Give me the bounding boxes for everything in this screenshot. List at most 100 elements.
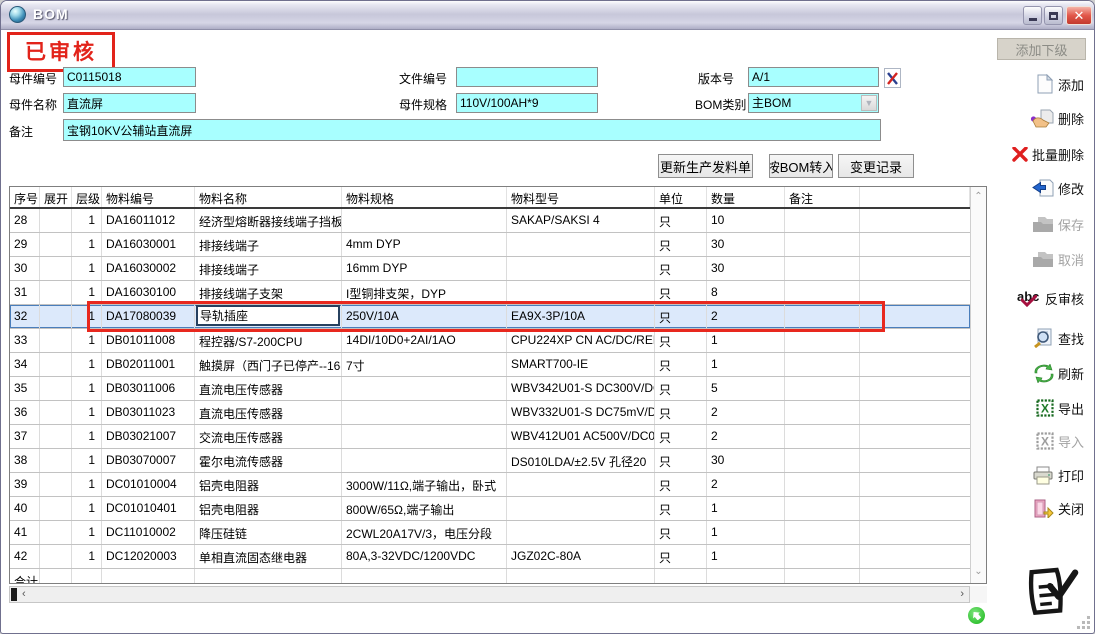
table-row[interactable]: 381DB03070007霍尔电流传感器DS010LDA/±2.5V 孔径20只…	[10, 449, 970, 473]
table-cell[interactable]: WBV342U01-S DC300V/DC	[507, 377, 655, 400]
table-cell[interactable]: 37	[10, 425, 40, 448]
table-cell[interactable]: 41	[10, 521, 40, 544]
table-cell[interactable]: DB03011023	[102, 401, 195, 424]
table-cell[interactable]: 只	[655, 545, 707, 568]
table-cell[interactable]: 只	[655, 281, 707, 304]
table-row[interactable]: 291DA16030001排接线端子4mm DYP只30	[10, 233, 970, 257]
bom-transfer-button[interactable]: 按BOM转入	[769, 154, 833, 178]
table-cell[interactable]	[860, 305, 970, 328]
table-cell[interactable]	[707, 569, 785, 584]
table-cell[interactable]: 只	[655, 353, 707, 376]
table-cell[interactable]	[342, 449, 507, 472]
table-cell[interactable]	[40, 449, 72, 472]
table-cell[interactable]	[860, 401, 970, 424]
table-cell[interactable]: DA16030001	[102, 233, 195, 256]
table-row[interactable]: 361DB03011023直流电压传感器WBV332U01-S DC75mV/D…	[10, 401, 970, 425]
table-cell[interactable]: 7寸	[342, 353, 507, 376]
table-cell[interactable]: 8	[707, 281, 785, 304]
column-header[interactable]: 单位	[655, 187, 707, 207]
table-cell[interactable]: DA16030002	[102, 257, 195, 280]
column-header[interactable]: 物料名称	[195, 187, 342, 207]
table-cell[interactable]	[860, 569, 970, 584]
table-cell[interactable]: DC01010401	[102, 497, 195, 520]
column-header[interactable]: 备注	[785, 187, 860, 207]
table-cell[interactable]: 35	[10, 377, 40, 400]
table-cell[interactable]	[860, 449, 970, 472]
table-cell[interactable]	[40, 281, 72, 304]
table-cell[interactable]	[860, 377, 970, 400]
table-cell[interactable]: 1	[72, 449, 102, 472]
table-cell[interactable]: 5	[707, 377, 785, 400]
table-cell[interactable]: DB01011008	[102, 329, 195, 352]
table-cell[interactable]	[40, 353, 72, 376]
sidebar-item-export[interactable]: X 导出	[1036, 395, 1084, 421]
table-cell[interactable]	[785, 545, 860, 568]
table-cell[interactable]	[507, 569, 655, 584]
scroll-down-icon[interactable]: ⌄	[971, 564, 986, 580]
table-cell[interactable]	[860, 281, 970, 304]
maximize-button[interactable]	[1044, 6, 1063, 25]
table-cell[interactable]: 1	[707, 353, 785, 376]
table-cell[interactable]	[860, 257, 970, 280]
table-cell[interactable]	[40, 545, 72, 568]
version-tool-icon[interactable]	[884, 68, 901, 88]
table-row[interactable]: 331DB01011008程控器/S7-200CPU14DI/10D0+2AI/…	[10, 329, 970, 353]
column-header[interactable]: 展开	[40, 187, 72, 207]
table-cell[interactable]: 只	[655, 401, 707, 424]
table-cell[interactable]: 39	[10, 473, 40, 496]
table-cell[interactable]	[785, 449, 860, 472]
column-header[interactable]: 物料型号	[507, 187, 655, 207]
sidebar-item-import[interactable]: X 导入	[1036, 428, 1084, 454]
sidebar-item-batch-delete[interactable]: 批量删除	[1012, 141, 1084, 167]
sidebar-item-add[interactable]: 添加	[1036, 71, 1084, 97]
table-row[interactable]: 351DB03011006直流电压传感器WBV342U01-S DC300V/D…	[10, 377, 970, 401]
table-cell[interactable]: 1	[72, 209, 102, 232]
table-cell[interactable]: 只	[655, 233, 707, 256]
table-cell[interactable]	[655, 569, 707, 584]
table-cell[interactable]	[40, 209, 72, 232]
table-cell[interactable]	[785, 329, 860, 352]
table-cell[interactable]	[40, 569, 72, 584]
table-cell[interactable]	[342, 209, 507, 232]
table-cell[interactable]: CPU224XP CN AC/DC/REL	[507, 329, 655, 352]
table-cell[interactable]: 排接线端子	[195, 233, 342, 256]
table-cell[interactable]: 30	[707, 233, 785, 256]
table-cell[interactable]: 铝壳电阻器	[195, 497, 342, 520]
table-cell[interactable]: 经济型熔断器接线端子挡板	[195, 209, 342, 232]
material-name-edit-input[interactable]	[196, 305, 340, 326]
table-cell[interactable]: DB03011006	[102, 377, 195, 400]
table-cell[interactable]: 1	[72, 425, 102, 448]
table-cell[interactable]	[40, 497, 72, 520]
table-cell[interactable]	[195, 569, 342, 584]
parent-code-field[interactable]	[63, 67, 196, 87]
table-cell[interactable]	[785, 425, 860, 448]
version-field[interactable]	[748, 67, 879, 87]
table-row[interactable]: 371DB03021007交流电压传感器WBV412U01 AC500V/DC0…	[10, 425, 970, 449]
table-cell[interactable]: 800W/65Ω,端子输出	[342, 497, 507, 520]
table-cell[interactable]: 1	[707, 497, 785, 520]
table-row[interactable]: 311DA16030100排接线端子支架I型铜排支架，DYP只8	[10, 281, 970, 305]
table-cell[interactable]: 10	[707, 209, 785, 232]
table-cell[interactable]	[785, 569, 860, 584]
table-cell[interactable]: 直流电压传感器	[195, 401, 342, 424]
table-cell[interactable]: 1	[72, 521, 102, 544]
table-cell[interactable]: 1	[72, 401, 102, 424]
table-cell[interactable]	[785, 209, 860, 232]
table-cell[interactable]: 降压硅链	[195, 521, 342, 544]
table-cell[interactable]	[785, 353, 860, 376]
table-cell[interactable]: WBV412U01 AC500V/DC0-	[507, 425, 655, 448]
minimize-button[interactable]	[1023, 6, 1042, 25]
table-cell[interactable]: SAKAP/SAKSI 4	[507, 209, 655, 232]
table-cell[interactable]: 2	[707, 401, 785, 424]
table-cell[interactable]: 只	[655, 473, 707, 496]
table-row[interactable]: 341DB02011001触摸屏（西门子已停产--16-7寸SMART700-I…	[10, 353, 970, 377]
table-cell[interactable]: DC11010002	[102, 521, 195, 544]
table-cell[interactable]: 只	[655, 257, 707, 280]
table-cell[interactable]: 1	[707, 329, 785, 352]
table-cell[interactable]	[785, 233, 860, 256]
vertical-scrollbar[interactable]: ⌃ ⌄	[970, 187, 986, 583]
scroll-right-icon[interactable]: ›	[960, 587, 964, 602]
table-cell[interactable]	[860, 425, 970, 448]
table-cell[interactable]	[860, 233, 970, 256]
table-row[interactable]: 301DA16030002排接线端子16mm DYP只30	[10, 257, 970, 281]
